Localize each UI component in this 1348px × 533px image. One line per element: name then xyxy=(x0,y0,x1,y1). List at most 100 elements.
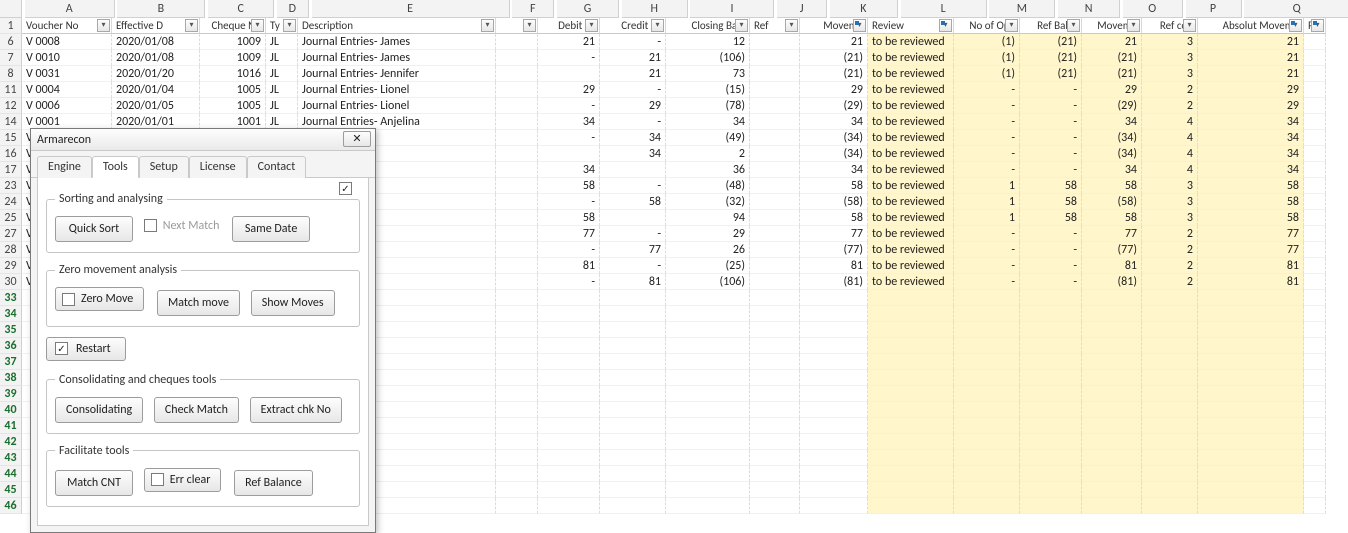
cell-G[interactable] xyxy=(538,498,600,514)
cell-K[interactable]: (21) xyxy=(800,50,868,66)
cell-I[interactable]: (106) xyxy=(666,50,750,66)
cell-C[interactable]: 1005 xyxy=(200,82,266,98)
cell-P[interactable]: 2 xyxy=(1142,82,1198,98)
cell-K[interactable]: 81 xyxy=(800,258,868,274)
cell-Q[interactable] xyxy=(1198,418,1304,434)
cell-M[interactable]: - xyxy=(954,242,1020,258)
cell-L[interactable] xyxy=(868,450,954,466)
cell-O[interactable]: (34) xyxy=(1082,146,1142,162)
row-header[interactable]: 28 xyxy=(0,242,22,258)
cell-O[interactable] xyxy=(1082,498,1142,514)
cell-J[interactable] xyxy=(750,306,800,322)
header-cell-M[interactable]: No of Ope xyxy=(954,18,1020,34)
cell-I[interactable]: 2 xyxy=(666,146,750,162)
cell-E[interactable]: Journal Entries- James xyxy=(298,50,496,66)
cell-M[interactable] xyxy=(954,290,1020,306)
cell-O[interactable]: (29) xyxy=(1082,98,1142,114)
cell-L[interactable]: to be reviewed xyxy=(868,274,954,290)
cell-Q[interactable] xyxy=(1198,450,1304,466)
cell-J[interactable] xyxy=(750,370,800,386)
cell-P[interactable]: 2 xyxy=(1142,226,1198,242)
cell-P[interactable]: 4 xyxy=(1142,114,1198,130)
cell-I[interactable]: (49) xyxy=(666,130,750,146)
cell-J[interactable] xyxy=(750,322,800,338)
cell-Q[interactable]: 77 xyxy=(1198,242,1304,258)
next-match-checkbox[interactable]: Next Match xyxy=(144,219,220,233)
cell-M[interactable]: - xyxy=(954,162,1020,178)
cell-G[interactable] xyxy=(538,402,600,418)
cell-G[interactable]: 81 xyxy=(538,258,600,274)
col-header-E[interactable]: E xyxy=(312,0,510,18)
filter-button-B[interactable] xyxy=(185,19,198,32)
cell-N[interactable] xyxy=(1020,466,1082,482)
cell-A[interactable]: V 0010 xyxy=(22,50,112,66)
row-header[interactable]: 40 xyxy=(0,402,22,418)
cell-L[interactable] xyxy=(868,418,954,434)
cell-I[interactable]: (25) xyxy=(666,258,750,274)
cell-B[interactable]: 2020/01/08 xyxy=(112,50,200,66)
cell-B[interactable]: 2020/01/05 xyxy=(112,98,200,114)
cell-N[interactable] xyxy=(1020,322,1082,338)
cell-I[interactable] xyxy=(666,370,750,386)
cell-B[interactable]: 2020/01/20 xyxy=(112,66,200,82)
row-header[interactable]: 29 xyxy=(0,258,22,274)
cell-H[interactable]: 34 xyxy=(600,130,666,146)
select-all-corner[interactable] xyxy=(0,0,22,18)
cell-L[interactable] xyxy=(868,402,954,418)
cell-F[interactable] xyxy=(496,194,538,210)
cell-P[interactable]: 2 xyxy=(1142,98,1198,114)
cell-B[interactable]: 2020/01/08 xyxy=(112,34,200,50)
cell-M[interactable] xyxy=(954,306,1020,322)
header-cell-E[interactable]: Description xyxy=(298,18,496,34)
row-header[interactable]: 8 xyxy=(0,66,22,82)
cell-H[interactable] xyxy=(600,418,666,434)
cell-K[interactable] xyxy=(800,338,868,354)
cell-O[interactable]: 29 xyxy=(1082,82,1142,98)
cell-O[interactable] xyxy=(1082,290,1142,306)
cell-H[interactable] xyxy=(600,466,666,482)
cell-F[interactable] xyxy=(496,306,538,322)
cell-M[interactable] xyxy=(954,386,1020,402)
match-move-button[interactable]: Match move xyxy=(157,290,240,316)
cell-R[interactable] xyxy=(1304,338,1326,354)
cell-I[interactable] xyxy=(666,466,750,482)
cell-R[interactable] xyxy=(1304,146,1326,162)
row-header[interactable]: 15 xyxy=(0,130,22,146)
cell-H[interactable]: - xyxy=(600,82,666,98)
cell-G[interactable] xyxy=(538,386,600,402)
cell-P[interactable]: 4 xyxy=(1142,162,1198,178)
cell-R[interactable] xyxy=(1304,258,1326,274)
cell-O[interactable]: (77) xyxy=(1082,242,1142,258)
cell-O[interactable]: (21) xyxy=(1082,66,1142,82)
header-cell-G[interactable]: Debit Ar xyxy=(538,18,600,34)
cell-F[interactable] xyxy=(496,322,538,338)
cell-H[interactable] xyxy=(600,386,666,402)
cell-L[interactable]: to be reviewed xyxy=(868,34,954,50)
cell-Q[interactable] xyxy=(1198,354,1304,370)
cell-O[interactable]: 34 xyxy=(1082,162,1142,178)
cell-F[interactable] xyxy=(496,130,538,146)
filter-button-L[interactable] xyxy=(939,19,952,32)
cell-J[interactable] xyxy=(750,98,800,114)
cell-G[interactable]: 34 xyxy=(538,162,600,178)
restart-button[interactable]: ✓Restart xyxy=(46,337,126,361)
cell-K[interactable] xyxy=(800,418,868,434)
col-header-M[interactable]: M xyxy=(989,0,1055,18)
col-header-O[interactable]: O xyxy=(1123,0,1183,18)
cell-J[interactable] xyxy=(750,482,800,498)
cell-L[interactable] xyxy=(868,370,954,386)
cell-H[interactable] xyxy=(600,338,666,354)
cell-O[interactable]: (58) xyxy=(1082,194,1142,210)
cell-N[interactable]: - xyxy=(1020,146,1082,162)
cell-O[interactable]: 81 xyxy=(1082,258,1142,274)
header-cell-I[interactable]: Closing Bala xyxy=(666,18,750,34)
cell-M[interactable] xyxy=(954,322,1020,338)
col-header-N[interactable]: N xyxy=(1058,0,1120,18)
cell-J[interactable] xyxy=(750,258,800,274)
row-header[interactable]: 39 xyxy=(0,386,22,402)
cell-R[interactable] xyxy=(1304,322,1326,338)
cell-L[interactable] xyxy=(868,466,954,482)
cell-Q[interactable] xyxy=(1198,482,1304,498)
row-header[interactable]: 16 xyxy=(0,146,22,162)
cell-R[interactable] xyxy=(1304,50,1326,66)
